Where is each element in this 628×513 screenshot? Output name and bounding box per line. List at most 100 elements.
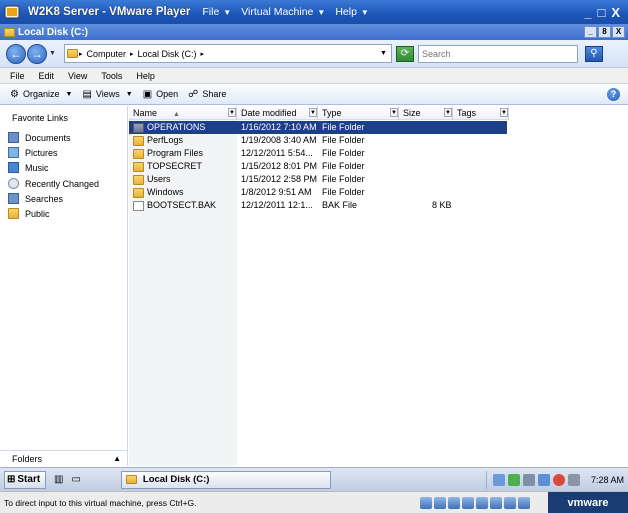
floppy-icon[interactable] xyxy=(448,496,460,509)
table-row[interactable]: PerfLogs 1/19/2008 3:40 AM File Folder xyxy=(129,134,507,147)
table-row[interactable]: OPERATIONS 1/16/2012 7:10 AM File Folder xyxy=(129,121,507,134)
start-button[interactable]: ⊞ Start xyxy=(4,470,46,489)
nav-item-recently-changed[interactable]: Recently Changed xyxy=(8,178,99,189)
address-toolbar: ← → ▼ ▸ Computer ▸ Local Disk (C:) ▸ ▼ ⟳… xyxy=(0,40,628,68)
taskbar-item-local-disk[interactable]: Local Disk (C:) xyxy=(120,470,331,489)
nav-item-public[interactable]: Public xyxy=(8,208,50,219)
column-filter-dropdown-icon[interactable]: ▼ xyxy=(228,108,236,117)
nav-item-label: Recently Changed xyxy=(25,178,100,189)
search-input[interactable] xyxy=(417,44,578,63)
share-button[interactable]: ☍ Share xyxy=(188,89,226,100)
nav-item-documents[interactable]: Documents xyxy=(8,132,71,143)
nav-item-pictures[interactable]: Pictures xyxy=(8,147,58,158)
menu-file[interactable]: File xyxy=(10,71,25,81)
menu-help[interactable]: Help xyxy=(136,71,155,81)
column-filter-dropdown-icon[interactable]: ▼ xyxy=(390,108,398,117)
table-row[interactable]: Program Files 12/12/2011 5:54... File Fo… xyxy=(129,147,507,160)
tray-network-icon[interactable] xyxy=(492,473,505,486)
explorer-minimize-button[interactable]: _ xyxy=(584,26,597,38)
taskbar-item-label: Local Disk (C:) xyxy=(142,474,210,485)
explorer-restore-button[interactable]: 8 xyxy=(598,26,611,38)
column-header-tags-label: Tags xyxy=(457,108,477,118)
tray-monitor-icon[interactable] xyxy=(537,473,550,486)
hard-disk-icon[interactable] xyxy=(420,496,432,509)
public-folder-icon xyxy=(8,208,19,219)
menu-edit[interactable]: Edit xyxy=(39,71,55,81)
column-filter-dropdown-icon[interactable]: ▼ xyxy=(309,108,317,117)
show-desktop-icon[interactable]: ▭ xyxy=(71,474,80,485)
sound-card-icon[interactable] xyxy=(490,496,502,509)
tray-security-alert-icon[interactable] xyxy=(552,473,565,486)
column-header-size[interactable]: Size ▼ xyxy=(399,106,453,120)
breadcrumb-separator-icon[interactable]: ▸ xyxy=(130,50,134,58)
vm-close-button[interactable]: X xyxy=(611,5,620,20)
menu-bar: File Edit View Tools Help xyxy=(0,68,628,83)
column-header-name[interactable]: Name ▲ ▼ xyxy=(129,106,237,120)
network-adapter-icon[interactable] xyxy=(462,496,474,509)
nav-item-label: Music xyxy=(25,162,49,173)
refresh-button[interactable]: ⟳ xyxy=(395,45,414,62)
tray-update-icon[interactable] xyxy=(507,473,520,486)
table-row[interactable]: Users 1/15/2012 2:58 PM File Folder xyxy=(129,173,507,186)
column-filter-dropdown-icon[interactable]: ▼ xyxy=(500,108,508,117)
vm-menu-file-label: File xyxy=(202,6,220,18)
vm-menu-help[interactable]: Help ▼ xyxy=(335,6,369,18)
column-header-date-modified[interactable]: Date modified ▼ xyxy=(237,106,318,120)
file-name: Program Files xyxy=(147,148,204,158)
table-row[interactable]: TOPSECRET 1/15/2012 8:01 PM File Folder xyxy=(129,160,507,173)
tray-display-icon[interactable] xyxy=(522,473,535,486)
chevron-down-icon: ▼ xyxy=(317,7,326,17)
breadcrumb-separator-icon[interactable]: ▸ xyxy=(79,50,83,58)
menu-tools[interactable]: Tools xyxy=(101,71,122,81)
column-header-tags[interactable]: Tags ▼ xyxy=(453,106,509,120)
system-tray: 7:28 AM xyxy=(485,470,624,489)
usb-icon[interactable] xyxy=(476,496,488,509)
favorite-links-heading: Favorite Links xyxy=(12,113,69,123)
printer-icon[interactable] xyxy=(504,496,516,509)
chevron-down-icon: ▼ xyxy=(125,90,133,98)
column-header-type[interactable]: Type ▼ xyxy=(318,106,399,120)
file-date: 1/15/2012 8:01 PM xyxy=(241,161,318,171)
menu-view[interactable]: View xyxy=(68,71,87,81)
organize-button[interactable]: ⚙ Organize ▼ xyxy=(10,89,72,100)
file-date: 12/12/2011 12:1... xyxy=(241,200,313,210)
address-dropdown-icon[interactable]: ▼ xyxy=(380,50,387,57)
vm-menu-file[interactable]: File ▼ xyxy=(202,6,231,18)
open-button[interactable]: ▣ Open xyxy=(143,89,178,100)
column-header-size-label: Size xyxy=(403,108,421,118)
table-row[interactable]: Windows 1/8/2012 9:51 AM File Folder xyxy=(129,186,507,199)
pictures-icon xyxy=(8,147,19,158)
nav-item-searches[interactable]: Searches xyxy=(8,193,63,204)
table-row[interactable]: BOOTSECT.BAK 12/12/2011 12:1... BAK File… xyxy=(129,199,507,212)
file-list: Name ▲ ▼ Date modified ▼ Type ▼ Size ▼ Ta… xyxy=(129,106,628,466)
open-icon: ▣ xyxy=(142,88,153,100)
vm-menu-virtual-machine[interactable]: Virtual Machine ▼ xyxy=(241,6,325,18)
navigation-pane: Favorite Links Documents Pictures Music … xyxy=(0,106,128,450)
explorer-close-button[interactable]: X xyxy=(612,26,625,38)
help-icon[interactable]: ? xyxy=(607,87,620,101)
views-button[interactable]: ▤ Views ▼ xyxy=(82,89,132,100)
column-filter-dropdown-icon[interactable]: ▼ xyxy=(444,108,452,117)
vm-maximize-button[interactable]: □ xyxy=(597,5,605,20)
cd-drive-icon[interactable] xyxy=(434,496,446,509)
recent-pages-dropdown[interactable]: ▼ xyxy=(49,50,56,57)
file-date: 1/8/2012 9:51 AM xyxy=(241,187,312,197)
breadcrumb-separator-icon[interactable]: ▸ xyxy=(201,50,205,58)
clock[interactable]: 7:28 AM xyxy=(591,475,624,485)
folders-toggle[interactable]: Folders ▲ xyxy=(0,450,128,466)
file-name-cell: PerfLogs xyxy=(133,134,183,147)
nav-item-music[interactable]: Music xyxy=(8,162,49,173)
tray-volume-icon[interactable] xyxy=(567,473,580,486)
message-icon[interactable] xyxy=(518,496,530,509)
vm-minimize-button[interactable]: _ xyxy=(584,5,591,20)
search-icon[interactable]: ⚲ xyxy=(584,45,603,62)
chevron-down-icon: ▼ xyxy=(223,7,232,17)
breadcrumb-computer[interactable]: Computer xyxy=(86,49,126,59)
organize-label: Organize xyxy=(22,89,60,99)
breadcrumb-local-disk[interactable]: Local Disk (C:) xyxy=(137,49,196,59)
server-manager-icon[interactable]: ▥ xyxy=(54,474,63,485)
chevron-down-icon: ▼ xyxy=(65,90,73,98)
forward-button[interactable]: → xyxy=(27,43,47,64)
address-bar[interactable]: ▸ Computer ▸ Local Disk (C:) ▸ ▼ xyxy=(63,44,392,63)
back-button[interactable]: ← xyxy=(6,43,26,64)
